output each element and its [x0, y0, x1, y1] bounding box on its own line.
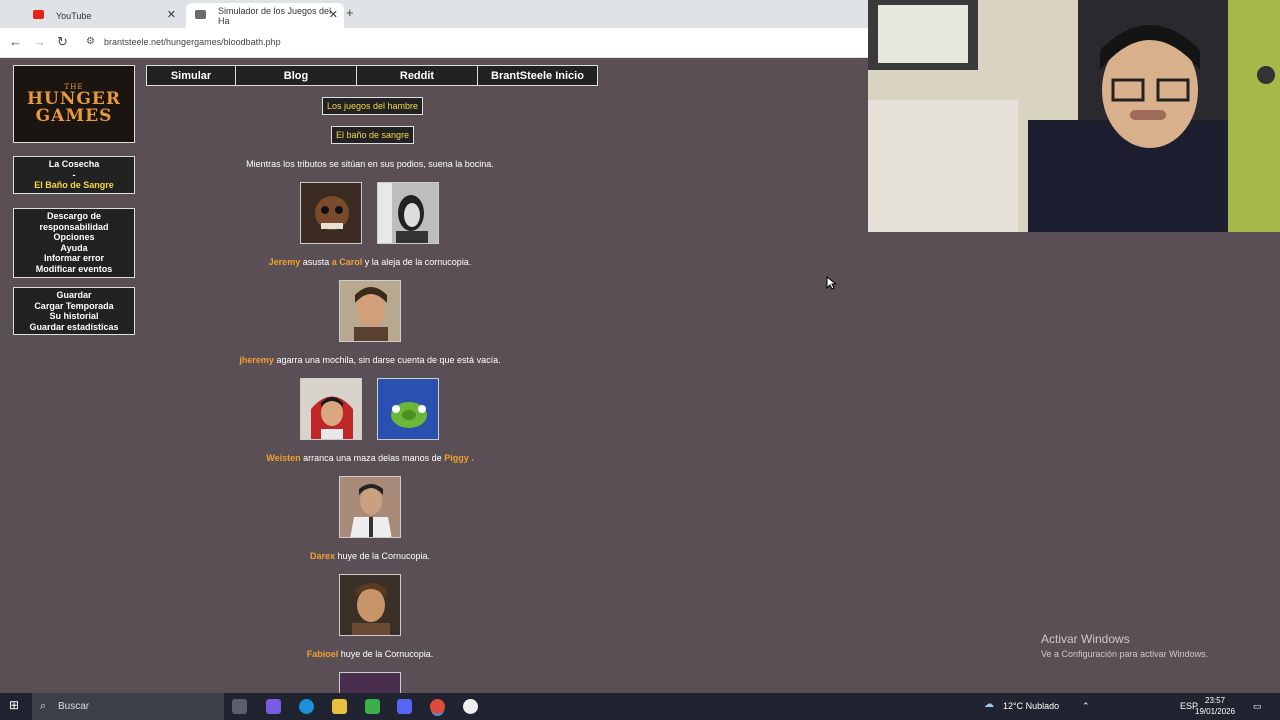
sidebar-save-box: Guardar Cargar Temporada Su historial Gu… — [13, 287, 135, 336]
sidebar-link-stats[interactable]: Guardar estadísticas — [14, 322, 134, 333]
file-explorer-icon[interactable] — [332, 699, 347, 714]
intro-text: Mientras los tributos se sitúan en sus p… — [246, 159, 494, 169]
hunger-games-logo[interactable]: THE HUNGER GAMES — [13, 65, 135, 143]
chevron-up-icon[interactable]: ⌃ — [1082, 701, 1090, 712]
tribute-name: Darex — [309, 551, 335, 561]
event-text-4: Darex huye de la Cornucopia. — [146, 551, 594, 561]
sidebar-link-modify-events[interactable]: Modificar eventos — [14, 264, 134, 275]
clock-date: 19/01/2026 — [1195, 707, 1236, 716]
taskbar-search[interactable]: ⌕ Buscar — [32, 693, 224, 720]
sidebar-link-save[interactable]: Guardar — [14, 290, 134, 301]
tribute-name: a Carol — [331, 257, 363, 267]
mouse-cursor-icon — [826, 276, 836, 290]
page-subtitle: El baño de sangre — [331, 126, 415, 144]
sidebar-link-help[interactable]: Ayuda — [14, 243, 134, 254]
sidebar-info-box: Descargo de responsabilidad Opciones Ayu… — [13, 208, 135, 278]
event-fragment: huye de la Cornucopia. — [338, 649, 434, 659]
tribute-avatar — [300, 378, 362, 440]
notification-icon[interactable]: ▭ — [1253, 701, 1262, 712]
tribute-avatar — [339, 672, 401, 693]
site-icon — [195, 10, 206, 19]
tribute-name: Weisten — [266, 453, 301, 463]
cloud-icon: ☁ — [984, 699, 994, 710]
web-page: THE HUNGER GAMES La Cosecha - El Baño de… — [0, 58, 868, 693]
close-icon[interactable]: ✕ — [329, 8, 338, 21]
tab-title: Simulador de los Juegos del Ha — [218, 5, 332, 26]
clock-time: 23:57 — [1205, 696, 1226, 705]
tribute-avatar — [300, 182, 362, 244]
back-icon[interactable]: ← — [9, 34, 22, 49]
top-navigation: Simular Blog Reddit BrantSteele Inicio — [146, 65, 598, 86]
page-title: Los juegos del hambre — [322, 97, 424, 115]
close-icon[interactable]: ✕ — [167, 8, 176, 21]
event-fragment: huye de la Cornucopia. — [334, 551, 431, 561]
tab-title: YouTube — [56, 10, 92, 21]
sidebar-progress-box: La Cosecha - El Baño de Sangre — [13, 156, 135, 194]
nav-simular[interactable]: Simular — [147, 66, 236, 85]
tribute-avatar — [339, 476, 401, 538]
tribute-name: Fabioel — [306, 649, 339, 659]
event-text-1: Jeremy asusta a Carol y la aleja de la c… — [146, 257, 594, 267]
task-view-icon[interactable] — [232, 699, 247, 714]
tribute-name: Jeremy — [268, 257, 301, 267]
webcam-overlay — [868, 0, 1280, 232]
tab-simulator[interactable]: Simulador de los Juegos del Ha ✕ — [186, 3, 344, 28]
sidebar-link-options[interactable]: Opciones — [14, 232, 134, 243]
event-text-2: jheremy agarra una mochila, sin darse cu… — [146, 355, 594, 365]
sidebar-link-load[interactable]: Cargar Temporada — [14, 301, 134, 312]
address-bar[interactable]: brantsteele.net/hungergames/bloodbath.ph… — [104, 37, 281, 47]
tribute-name: Piggy . — [444, 453, 474, 463]
obs-icon[interactable] — [463, 699, 478, 714]
weather-text[interactable]: 12°C Nublado — [1003, 701, 1059, 711]
tribute-avatar — [339, 574, 401, 636]
sidebar-link-reaping[interactable]: La Cosecha — [14, 159, 134, 170]
chrome-icon[interactable] — [430, 699, 445, 714]
discord-icon[interactable] — [397, 699, 412, 714]
event-text-5: Fabioel huye de la Cornucopia. — [146, 649, 594, 659]
browser-toolbar: ← → ↻ ⚙ brantsteele.net/hungergames/bloo… — [0, 28, 868, 58]
store-icon[interactable] — [365, 699, 380, 714]
event-fragment: y la aleja de la cornucopia. — [362, 257, 472, 267]
copilot-icon[interactable] — [266, 699, 281, 714]
nav-blog[interactable]: Blog — [236, 66, 357, 85]
sidebar-link-report[interactable]: Informar error — [14, 253, 134, 264]
windows-taskbar: ⊞ ⌕ Buscar ☁ 12°C Nublado ⌃ ESP 23:57 19… — [0, 693, 1280, 720]
logo-line3: GAMES — [35, 106, 113, 126]
reload-icon[interactable]: ↻ — [57, 34, 68, 50]
event-fragment: arranca una maza delas manos de — [300, 453, 445, 463]
sidebar-link-bloodbath[interactable]: El Baño de Sangre — [14, 180, 134, 191]
sidebar-link-disclaimer[interactable]: Descargo de responsabilidad — [14, 211, 134, 232]
tribute-avatar — [377, 378, 439, 440]
sidebar-separator: - — [72, 169, 76, 180]
event-fragment: asusta — [300, 257, 332, 267]
nav-brantsteele[interactable]: BrantSteele Inicio — [478, 66, 597, 85]
event-fragment: agarra una mochila, sin darse cuenta de … — [273, 355, 501, 365]
tribute-avatar — [339, 280, 401, 342]
event-text-3: Weisten arranca una maza delas manos de … — [146, 453, 594, 463]
search-placeholder: Buscar — [58, 701, 90, 712]
windows-start-icon[interactable]: ⊞ — [9, 698, 24, 713]
windows-activation-watermark: Activar Windows Ve a Configuración para … — [1041, 632, 1208, 659]
watermark-title: Activar Windows — [1041, 632, 1130, 646]
tab-youtube[interactable]: YouTube ✕ — [24, 3, 182, 28]
nav-reddit[interactable]: Reddit — [357, 66, 478, 85]
scrollbar[interactable] — [1270, 232, 1280, 693]
taskbar-clock[interactable]: 23:57 19/01/2026 — [1195, 695, 1235, 717]
site-info-icon[interactable]: ⚙ — [86, 36, 95, 47]
search-icon: ⌕ — [40, 700, 47, 712]
new-tab-icon[interactable]: + — [346, 5, 354, 20]
edge-icon[interactable] — [299, 699, 314, 714]
sidebar-link-history[interactable]: Su historial — [14, 311, 134, 322]
forward-icon[interactable]: → — [33, 34, 46, 49]
youtube-icon — [33, 10, 44, 19]
browser-tab-bar: YouTube ✕ Simulador de los Juegos del Ha… — [0, 0, 868, 28]
tribute-name: jheremy — [239, 355, 274, 365]
watermark-subtitle: Ve a Configuración para activar Windows. — [1041, 649, 1209, 659]
tribute-avatar — [377, 182, 439, 244]
